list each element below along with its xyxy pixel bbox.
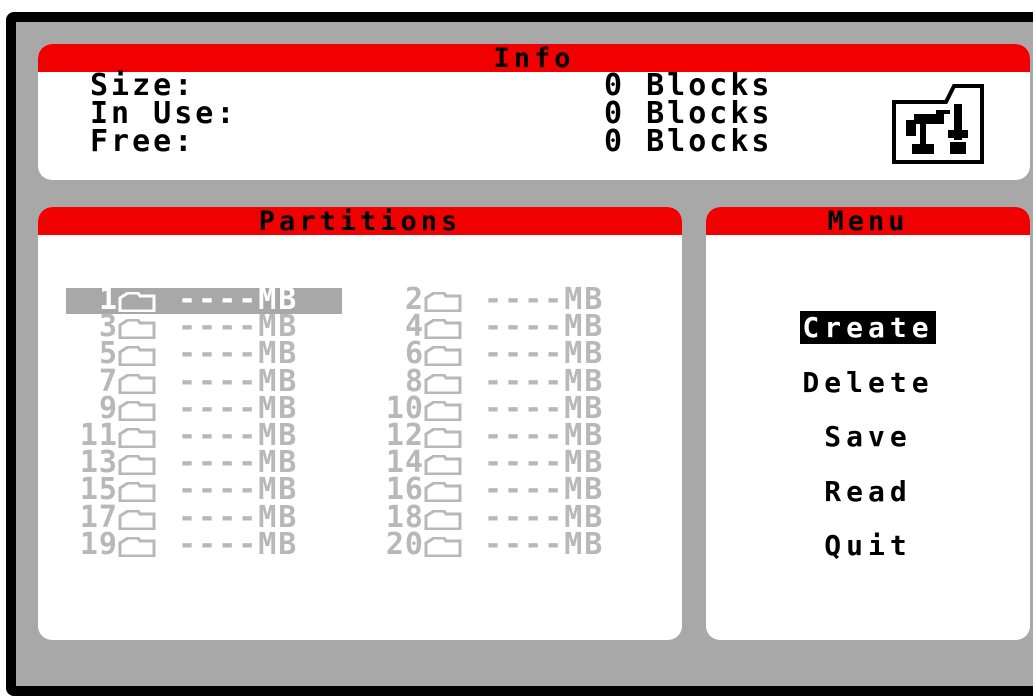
folder-icon (118, 399, 158, 422)
folder-icon (424, 508, 464, 531)
menu-item-label: Create (800, 311, 936, 344)
hard-disk-tool-icon (890, 80, 986, 166)
menu-item-label: Read (824, 474, 912, 508)
partition-size: ----MB (484, 526, 605, 562)
folder-icon (118, 317, 158, 340)
folder-icon (424, 317, 464, 340)
folder-icon (424, 535, 464, 558)
folder-icon (424, 344, 464, 367)
partition-entry[interactable]: 20 ----MB (366, 526, 656, 562)
screen: Info Size: 0 Blocks In Use: 0 Blocks Fre… (0, 0, 1033, 696)
menu-item-label: Save (824, 420, 912, 453)
folder-icon (424, 290, 464, 313)
folder-icon (118, 480, 158, 503)
menu-panel: Menu Create Delete Save Read Quit (706, 207, 1030, 640)
folder-icon (424, 426, 464, 449)
folder-icon (118, 535, 158, 558)
partition-entry[interactable]: 19 ----MB (60, 526, 350, 562)
folder-icon (424, 453, 464, 476)
info-panel: Info Size: 0 Blocks In Use: 0 Blocks Fre… (38, 44, 1030, 180)
folder-icon (118, 372, 158, 395)
menu-item-quit[interactable]: Quit (706, 530, 1030, 562)
folder-icon (424, 372, 464, 395)
partitions-panel: Partitions 1 ----MB 2 ----MB 3 ----MB 4 ----MB 5… (38, 207, 682, 640)
menu-item-save[interactable]: Save (706, 421, 1030, 453)
partition-size: ----MB (178, 526, 299, 562)
partition-number: 20 (385, 526, 424, 562)
menu-item-create[interactable]: Create (706, 311, 1030, 344)
free-value: 0 Blocks (604, 124, 773, 159)
free-label: Free: (90, 124, 196, 159)
menu-item-read[interactable]: Read (706, 474, 1030, 508)
folder-icon (118, 453, 158, 476)
folder-icon (118, 508, 158, 531)
folder-icon (424, 399, 464, 422)
partitions-header: Partitions (38, 207, 682, 237)
partition-number: 19 (79, 526, 118, 562)
folder-icon (118, 344, 158, 367)
menu-header: Menu (706, 207, 1030, 237)
folder-icon (118, 426, 158, 449)
menu-item-delete[interactable]: Delete (706, 365, 1030, 399)
folder-icon (118, 290, 158, 313)
folder-icon (424, 480, 464, 503)
menu-item-label: Quit (824, 529, 912, 562)
menu-item-label: Delete (802, 365, 934, 399)
